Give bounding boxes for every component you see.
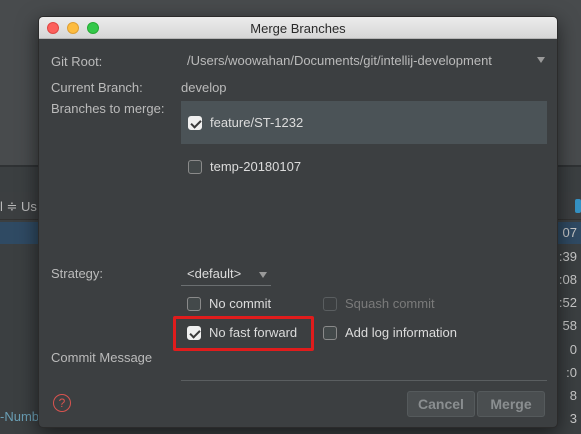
background-number: :39: [558, 249, 577, 264]
merge-branches-dialog: Merge Branches Git Root: /Users/woowahan…: [38, 16, 558, 428]
branch-row-feature[interactable]: feature/ST-1232: [181, 101, 547, 144]
branch-name: feature/ST-1232: [210, 115, 304, 130]
branch-checkbox[interactable]: [188, 116, 202, 130]
branch-name: temp-20180107: [210, 159, 302, 174]
no-commit-label: No commit: [209, 296, 272, 311]
branch-checkbox[interactable]: [188, 160, 202, 174]
squash-commit-label: Squash commit: [345, 296, 435, 311]
squash-commit-checkbox[interactable]: [323, 297, 337, 311]
add-log-checkbox[interactable]: [323, 326, 337, 340]
background-number: :52: [558, 295, 577, 310]
help-icon[interactable]: ?: [53, 394, 71, 412]
background-number: 58: [562, 318, 577, 333]
chevron-down-icon: [537, 57, 545, 63]
merge-button[interactable]: Merge: [477, 391, 545, 417]
current-branch-label: Current Branch:: [51, 80, 143, 95]
no-commit-checkbox[interactable]: [187, 297, 201, 311]
git-root-value: /Users/woowahan/Documents/git/intellij-d…: [187, 53, 492, 68]
commit-message-label: Commit Message: [51, 350, 153, 365]
background-number: 8: [569, 388, 577, 403]
background-number: 0: [569, 342, 577, 357]
background-number: 3: [569, 411, 577, 426]
git-root-label: Git Root:: [51, 54, 103, 69]
dialog-title: Merge Branches: [250, 21, 346, 36]
background-marker-icon: [575, 199, 581, 213]
branch-list: feature/ST-1232 temp-20180107: [181, 101, 547, 271]
current-branch-value: develop: [181, 80, 227, 95]
background-number: :08: [558, 272, 577, 287]
background-number: 07: [562, 225, 577, 240]
strategy-label: Strategy:: [51, 266, 104, 281]
title-bar: Merge Branches: [39, 17, 557, 39]
cancel-button[interactable]: Cancel: [407, 391, 475, 417]
background-number: :0: [566, 365, 577, 380]
strategy-value: <default>: [187, 266, 242, 281]
chevron-down-icon: [259, 272, 267, 278]
background-toolbar-text: l ≑ Us: [0, 199, 37, 214]
highlight-box: [173, 316, 314, 351]
commit-message-field[interactable]: [181, 348, 547, 381]
git-root-combobox[interactable]: /Users/woowahan/Documents/git/intellij-d…: [181, 48, 547, 72]
add-log-label: Add log information: [345, 325, 458, 340]
strategy-dropdown[interactable]: <default>: [181, 262, 271, 286]
branches-to-merge-label: Branches to merge:: [51, 101, 165, 116]
background-number-label: -Numb: [0, 409, 40, 424]
branch-row-temp[interactable]: temp-20180107: [181, 145, 547, 188]
